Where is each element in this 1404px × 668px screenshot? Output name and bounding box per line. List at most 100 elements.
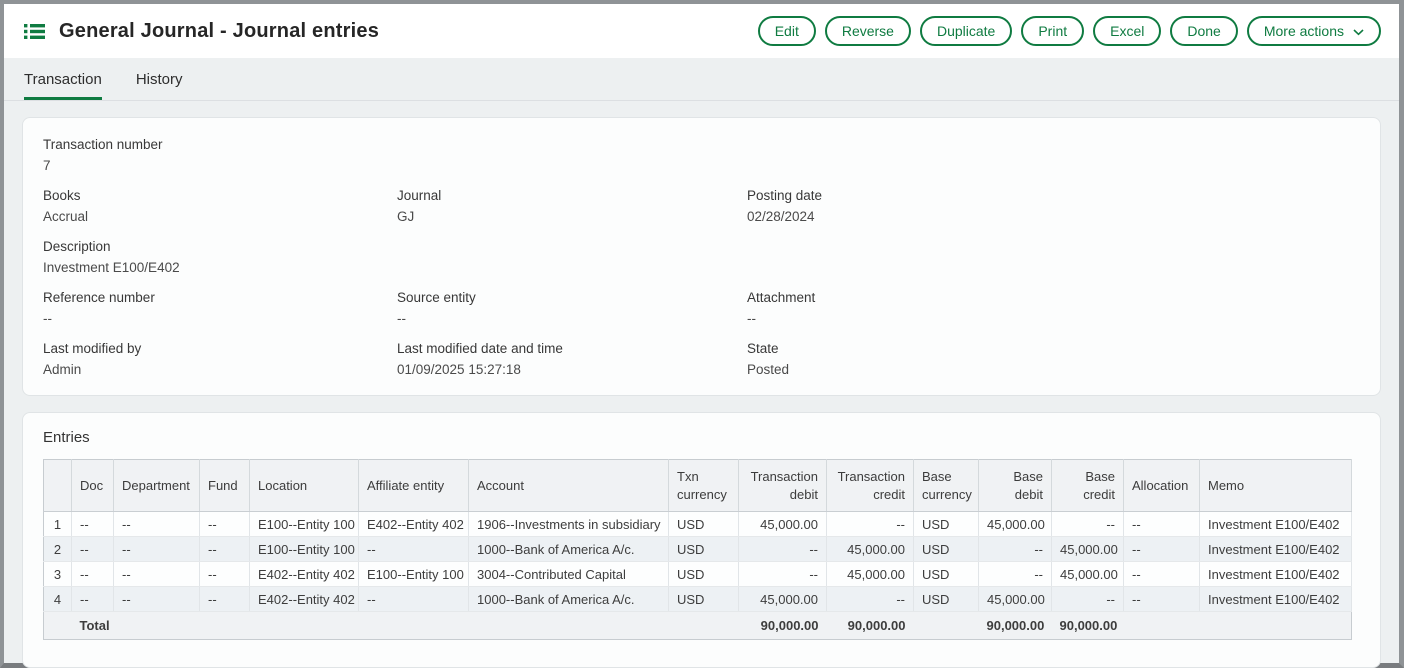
table-row: 4 -- -- -- E402--Entity 402 -- 1000--Ban…: [44, 587, 1352, 612]
cell-base-debit: 45,000.00: [979, 587, 1052, 612]
edit-button[interactable]: Edit: [758, 16, 816, 46]
cell-account: 1906--Investments in subsidiary: [469, 512, 669, 537]
cell-memo: Investment E100/E402: [1200, 537, 1352, 562]
transaction-number-label: Transaction number: [43, 137, 397, 152]
cell-txn-currency: USD: [669, 562, 739, 587]
state-value: Posted: [747, 362, 1360, 377]
cell-allocation: --: [1124, 562, 1200, 587]
field-attachment: Attachment --: [747, 290, 1360, 326]
cell-allocation: --: [1124, 537, 1200, 562]
table-row: 1 -- -- -- E100--Entity 100 E402--Entity…: [44, 512, 1352, 537]
reference-number-value: --: [43, 311, 397, 326]
cell-num: 3: [44, 562, 72, 587]
cell-num: 2: [44, 537, 72, 562]
last-modified-datetime-value: 01/09/2025 15:27:18: [397, 362, 747, 377]
chevron-down-icon: [1353, 23, 1364, 39]
col-header-affiliate-entity: Affiliate entity: [359, 460, 469, 512]
excel-button[interactable]: Excel: [1093, 16, 1161, 46]
field-description: Description Investment E100/E402: [43, 239, 397, 275]
cell-transaction-debit: --: [739, 562, 827, 587]
col-header-doc: Doc: [72, 460, 114, 512]
state-label: State: [747, 341, 1360, 356]
reverse-button[interactable]: Reverse: [825, 16, 911, 46]
cell-account: 1000--Bank of America A/c.: [469, 537, 669, 562]
books-value: Accrual: [43, 209, 397, 224]
cell-allocation: --: [1124, 512, 1200, 537]
cell-fund: --: [200, 512, 250, 537]
cell-base-credit: 45,000.00: [1052, 562, 1124, 587]
field-reference-number: Reference number --: [43, 290, 397, 326]
total-row: Total 90,000.00 90,000.00 90,000.00 90,0…: [44, 612, 1352, 640]
cell-transaction-credit: --: [827, 587, 914, 612]
cell-affiliate-entity: --: [359, 587, 469, 612]
field-transaction-number: Transaction number 7: [43, 137, 397, 173]
cell-fund: --: [200, 587, 250, 612]
journal-value: GJ: [397, 209, 747, 224]
posting-date-label: Posting date: [747, 188, 1360, 203]
col-header-memo: Memo: [1200, 460, 1352, 512]
cell-base-credit: --: [1052, 512, 1124, 537]
col-header-base-debit: Base debit: [979, 460, 1052, 512]
total-label: Total: [72, 612, 669, 640]
page-title: General Journal - Journal entries: [59, 20, 379, 43]
duplicate-button[interactable]: Duplicate: [920, 16, 1012, 46]
field-state: State Posted: [747, 341, 1360, 377]
posting-date-value: 02/28/2024: [747, 209, 1360, 224]
field-source-entity: Source entity --: [397, 290, 747, 326]
tab-bar: Transaction History: [4, 58, 1399, 101]
cell-memo: Investment E100/E402: [1200, 562, 1352, 587]
cell-base-credit: 45,000.00: [1052, 537, 1124, 562]
cell-account: 1000--Bank of America A/c.: [469, 587, 669, 612]
cell-base-currency: USD: [914, 587, 979, 612]
table-row: 2 -- -- -- E100--Entity 100 -- 1000--Ban…: [44, 537, 1352, 562]
cell-base-credit: --: [1052, 587, 1124, 612]
cell-memo: Investment E100/E402: [1200, 512, 1352, 537]
cell-department: --: [114, 512, 200, 537]
cell-transaction-credit: 45,000.00: [827, 537, 914, 562]
books-label: Books: [43, 188, 397, 203]
entries-table: Doc Department Fund Location Affiliate e…: [43, 459, 1352, 640]
header-actions: Edit Reverse Duplicate Print Excel Done …: [758, 16, 1381, 46]
cell-fund: --: [200, 537, 250, 562]
cell-doc: --: [72, 512, 114, 537]
cell-transaction-debit: --: [739, 537, 827, 562]
more-actions-label: More actions: [1264, 23, 1344, 39]
total-base-credit: 90,000.00: [1052, 612, 1124, 640]
done-button[interactable]: Done: [1170, 16, 1237, 46]
cell-department: --: [114, 587, 200, 612]
transaction-number-value: 7: [43, 158, 397, 173]
cell-transaction-debit: 45,000.00: [739, 512, 827, 537]
transaction-details-panel: Transaction number 7 Books Accrual Journ…: [22, 117, 1381, 396]
total-transaction-credit: 90,000.00: [827, 612, 914, 640]
cell-base-currency: USD: [914, 537, 979, 562]
cell-location: E100--Entity 100: [250, 537, 359, 562]
attachment-value: --: [747, 311, 1360, 326]
entries-title: Entries: [43, 429, 1360, 446]
last-modified-by-label: Last modified by: [43, 341, 397, 356]
cell-base-debit: --: [979, 562, 1052, 587]
cell-transaction-credit: --: [827, 512, 914, 537]
source-entity-label: Source entity: [397, 290, 747, 305]
description-value: Investment E100/E402: [43, 260, 397, 275]
cell-memo: Investment E100/E402: [1200, 587, 1352, 612]
cell-txn-currency: USD: [669, 537, 739, 562]
cell-base-debit: 45,000.00: [979, 512, 1052, 537]
last-modified-datetime-label: Last modified date and time: [397, 341, 747, 356]
col-header-txn-currency: Txn currency: [669, 460, 739, 512]
col-header-department: Department: [114, 460, 200, 512]
col-header-transaction-debit: Transaction debit: [739, 460, 827, 512]
last-modified-by-value: Admin: [43, 362, 397, 377]
field-posting-date: Posting date 02/28/2024: [747, 188, 1360, 224]
cell-num: 1: [44, 512, 72, 537]
print-button[interactable]: Print: [1021, 16, 1084, 46]
tab-history[interactable]: History: [136, 71, 183, 100]
cell-base-debit: --: [979, 537, 1052, 562]
cell-base-currency: USD: [914, 512, 979, 537]
cell-base-currency: USD: [914, 562, 979, 587]
more-actions-button[interactable]: More actions: [1247, 16, 1381, 46]
field-last-modified-by: Last modified by Admin: [43, 341, 397, 377]
cell-transaction-credit: 45,000.00: [827, 562, 914, 587]
cell-transaction-debit: 45,000.00: [739, 587, 827, 612]
tab-transaction[interactable]: Transaction: [24, 71, 102, 100]
col-header-account: Account: [469, 460, 669, 512]
